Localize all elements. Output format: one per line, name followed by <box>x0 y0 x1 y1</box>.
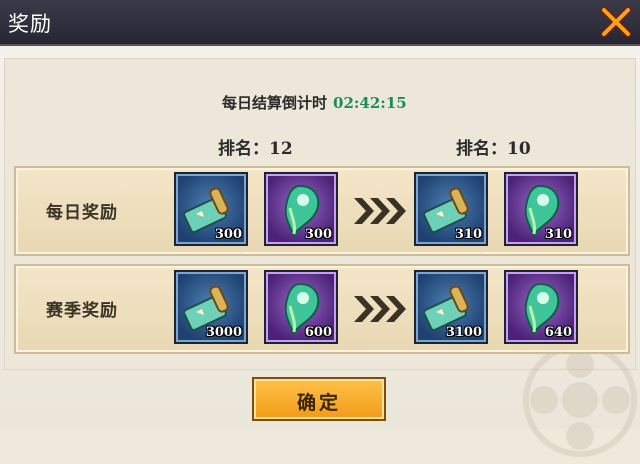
jade-reward-slot[interactable]: 640 <box>504 270 578 344</box>
jade-reward-slot[interactable]: 600 <box>264 270 338 344</box>
settlement-countdown: 每日结算倒计时 02:42:15 <box>222 92 407 113</box>
item-quantity: 300 <box>304 227 332 242</box>
scroll-reward-slot[interactable]: 3100 <box>414 270 488 344</box>
triple-chevron-right-icon <box>352 196 408 230</box>
close-button[interactable] <box>596 2 636 42</box>
confirm-button[interactable]: 确定 <box>252 377 386 421</box>
item-quantity: 310 <box>544 227 572 242</box>
item-quantity: 310 <box>454 227 482 242</box>
season-reward-row: 赛季奖励 3000 600 3100 640 <box>14 264 630 354</box>
jade-reward-slot[interactable]: 310 <box>504 172 578 246</box>
window-title: 奖励 <box>8 12 52 36</box>
countdown-value: 02:42:15 <box>333 94 407 112</box>
item-quantity: 640 <box>544 325 572 340</box>
close-x-icon <box>600 6 632 38</box>
item-quantity: 3100 <box>445 325 482 340</box>
item-quantity: 300 <box>214 227 242 242</box>
scroll-reward-slot[interactable]: 3000 <box>174 270 248 344</box>
triple-chevron-right-icon <box>352 294 408 328</box>
crest-watermark-icon <box>520 340 640 464</box>
scroll-reward-slot[interactable]: 310 <box>414 172 488 246</box>
current-rank: 排名：12 <box>218 139 293 159</box>
scroll-reward-slot[interactable]: 300 <box>174 172 248 246</box>
item-quantity: 3000 <box>205 325 242 340</box>
daily-reward-label: 每日奖励 <box>46 203 118 223</box>
season-reward-label: 赛季奖励 <box>46 301 118 321</box>
countdown-label: 每日结算倒计时 <box>222 94 328 112</box>
title-bar: 奖励 <box>0 0 640 46</box>
confirm-label: 确定 <box>296 392 341 414</box>
jade-reward-slot[interactable]: 300 <box>264 172 338 246</box>
item-quantity: 600 <box>304 325 332 340</box>
next-rank: 排名：10 <box>456 139 531 159</box>
daily-reward-row: 每日奖励 300 300 310 310 <box>14 166 630 256</box>
